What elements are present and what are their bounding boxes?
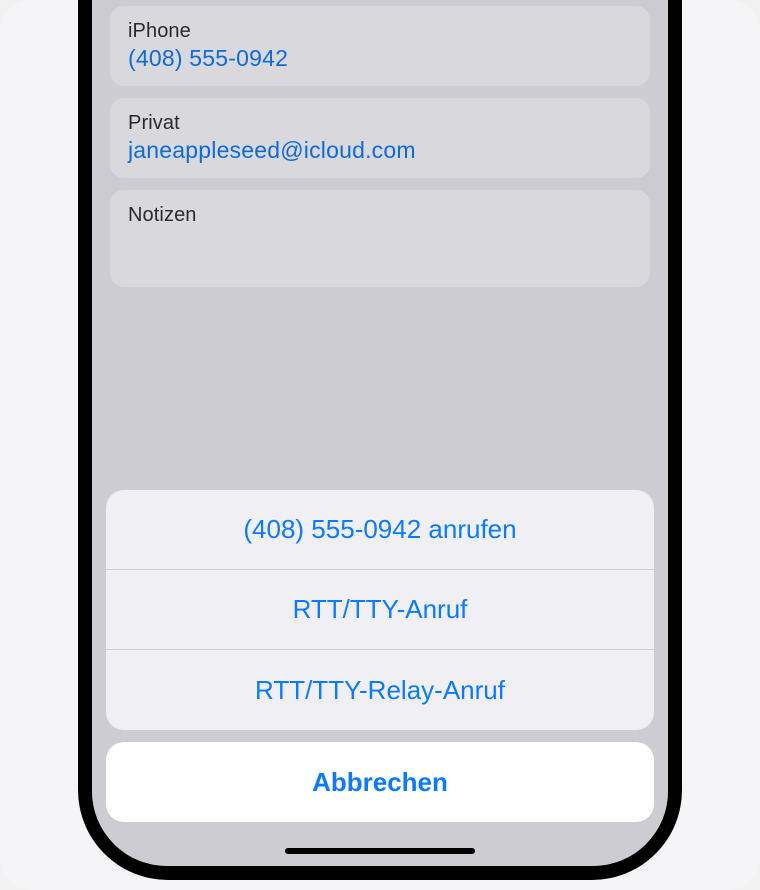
phone-screen: iPhone (408) 555-0942 Privat janeapplese…	[92, 0, 668, 866]
phone-value: (408) 555-0942	[128, 45, 632, 72]
call-number-option[interactable]: (408) 555-0942 anrufen	[106, 490, 654, 570]
phone-card[interactable]: iPhone (408) 555-0942	[110, 6, 650, 86]
rtt-tty-call-option[interactable]: RTT/TTY-Anruf	[106, 570, 654, 650]
action-sheet: (408) 555-0942 anrufen RTT/TTY-Anruf RTT…	[92, 490, 668, 866]
phone-label: iPhone	[128, 20, 632, 43]
notes-card[interactable]: Notizen	[110, 190, 650, 287]
home-indicator[interactable]	[285, 848, 475, 854]
email-label: Privat	[128, 112, 632, 135]
contact-detail-bg: iPhone (408) 555-0942 Privat janeapplese…	[92, 0, 668, 866]
rtt-tty-relay-call-option[interactable]: RTT/TTY-Relay-Anruf	[106, 650, 654, 730]
phone-frame: iPhone (408) 555-0942 Privat janeapplese…	[78, 0, 682, 880]
notes-label: Notizen	[128, 204, 632, 227]
contact-fields: iPhone (408) 555-0942 Privat janeapplese…	[92, 6, 668, 287]
cancel-button[interactable]: Abbrechen	[106, 742, 654, 822]
email-card[interactable]: Privat janeappleseed@icloud.com	[110, 98, 650, 178]
action-sheet-options: (408) 555-0942 anrufen RTT/TTY-Anruf RTT…	[106, 490, 654, 730]
email-value: janeappleseed@icloud.com	[128, 137, 632, 164]
